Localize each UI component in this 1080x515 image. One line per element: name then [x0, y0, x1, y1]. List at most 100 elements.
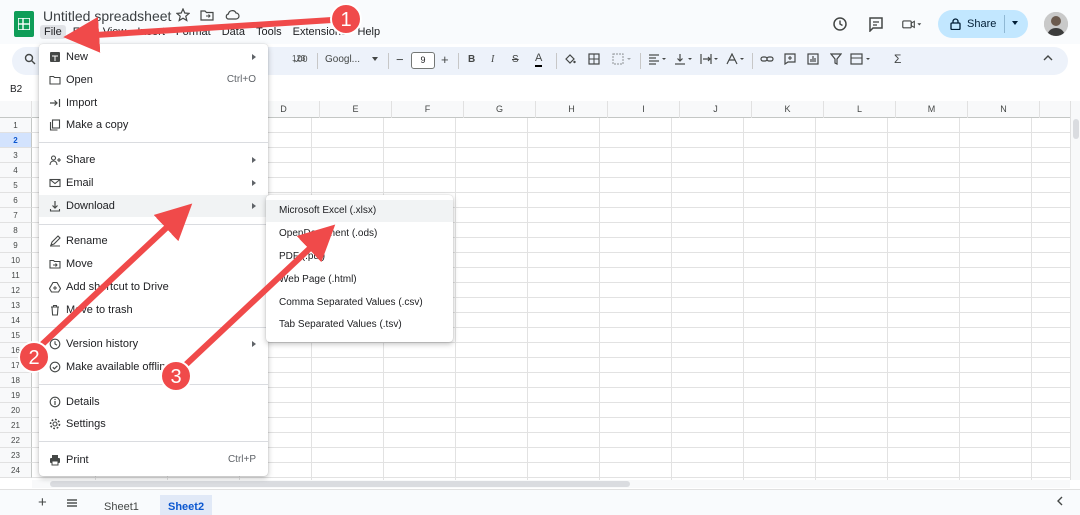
row-header[interactable]: 17	[0, 358, 32, 373]
download-html[interactable]: Web Page (.html)	[266, 269, 453, 291]
insert-chart-icon[interactable]	[807, 53, 819, 68]
insert-link-icon[interactable]	[760, 53, 774, 68]
menu-item-version-history[interactable]: Version history	[39, 333, 268, 355]
horizontal-scrollbar[interactable]	[32, 480, 1070, 488]
download-pdf[interactable]: PDF (.pdf)	[266, 246, 453, 268]
text-rotation-icon[interactable]	[726, 52, 746, 68]
download-ods[interactable]: OpenDocument (.ods)	[266, 223, 453, 245]
row-header[interactable]: 23	[0, 448, 32, 463]
vertical-align-icon[interactable]	[674, 53, 694, 68]
decrease-font-size-icon[interactable]: −	[396, 52, 404, 67]
menu-item-open[interactable]: Open Ctrl+O	[39, 69, 268, 91]
column-header[interactable]: H	[536, 101, 608, 118]
row-header[interactable]: 16	[0, 343, 32, 358]
menu-item-details[interactable]: Details	[39, 391, 268, 413]
menu-item-make-offline[interactable]: Make available offline	[39, 356, 268, 378]
row-header[interactable]: 3	[0, 148, 32, 163]
column-header[interactable]: K	[752, 101, 824, 118]
share-button[interactable]: Share	[938, 10, 1028, 38]
download-xlsx[interactable]: Microsoft Excel (.xlsx)	[266, 200, 453, 222]
italic-icon[interactable]: I	[491, 54, 494, 65]
row-header[interactable]: 13	[0, 298, 32, 313]
row-header[interactable]: 15	[0, 328, 32, 343]
fill-color-icon[interactable]	[564, 53, 576, 68]
collapse-side-panel-icon[interactable]	[1055, 495, 1065, 510]
row-header[interactable]: 10	[0, 253, 32, 268]
menu-format[interactable]: Format	[172, 25, 215, 39]
column-header[interactable]: L	[824, 101, 896, 118]
avatar[interactable]	[1044, 12, 1068, 36]
row-header[interactable]: 6	[0, 193, 32, 208]
move-folder-icon[interactable]	[200, 8, 216, 24]
menu-item-make-copy[interactable]: Make a copy	[39, 114, 268, 136]
menu-item-print[interactable]: Print Ctrl+P	[39, 449, 268, 471]
menu-insert[interactable]: Insert	[133, 25, 169, 39]
menu-extensions[interactable]: Extensions	[289, 25, 351, 39]
menu-item-move-to-trash[interactable]: Move to trash	[39, 299, 268, 321]
select-all-corner[interactable]	[0, 101, 32, 118]
row-header[interactable]: 8	[0, 223, 32, 238]
row-header[interactable]: 1	[0, 118, 32, 133]
row-header[interactable]: 2	[0, 133, 32, 148]
menu-item-import[interactable]: Import	[39, 92, 268, 114]
column-header[interactable]: M	[896, 101, 968, 118]
column-header[interactable]: I	[608, 101, 680, 118]
menu-view[interactable]: View	[99, 25, 131, 39]
scrollbar-thumb[interactable]	[50, 481, 630, 487]
collapse-toolbar-icon[interactable]	[1042, 52, 1054, 67]
add-sheet-icon[interactable]: +	[38, 494, 47, 511]
text-wrapping-icon[interactable]	[700, 53, 720, 68]
comments-icon[interactable]	[866, 14, 886, 34]
menu-item-share[interactable]: Share	[39, 149, 268, 171]
font-family-select[interactable]: Googl...	[325, 54, 360, 65]
name-box[interactable]: B2	[10, 84, 22, 95]
history-icon[interactable]	[830, 14, 850, 34]
functions-icon[interactable]: Σ	[894, 52, 901, 66]
sheet-tab[interactable]: Sheet1	[96, 495, 147, 515]
row-header[interactable]: 12	[0, 283, 32, 298]
insert-comment-icon[interactable]	[784, 53, 796, 68]
filter-views-icon[interactable]	[850, 53, 872, 68]
strikethrough-icon[interactable]: S	[512, 54, 519, 65]
menu-edit[interactable]: Edit	[69, 25, 96, 39]
font-family-dropdown-icon[interactable]	[372, 57, 378, 61]
menu-item-add-shortcut[interactable]: Add shortcut to Drive	[39, 276, 268, 298]
column-header[interactable]: E	[320, 101, 392, 118]
row-header[interactable]: 19	[0, 388, 32, 403]
font-size-input[interactable]: 9	[411, 52, 435, 69]
menu-item-email[interactable]: Email	[39, 172, 268, 194]
meet-video-icon[interactable]	[902, 14, 922, 34]
menu-item-new[interactable]: New	[39, 46, 268, 68]
column-header[interactable]: G	[464, 101, 536, 118]
row-header[interactable]: 22	[0, 433, 32, 448]
menu-item-rename[interactable]: Rename	[39, 230, 268, 252]
row-header[interactable]: 11	[0, 268, 32, 283]
scrollbar-thumb[interactable]	[1073, 119, 1079, 139]
share-dropdown-icon[interactable]	[1012, 21, 1018, 25]
text-color-icon[interactable]: A	[535, 52, 543, 67]
format-123-button[interactable]: 123	[292, 54, 305, 63]
row-header[interactable]: 5	[0, 178, 32, 193]
document-title[interactable]: Untitled spreadsheet	[43, 8, 171, 24]
column-header[interactable]: F	[392, 101, 464, 118]
borders-icon[interactable]	[588, 53, 600, 68]
star-icon[interactable]	[175, 7, 192, 24]
row-header[interactable]: 14	[0, 313, 32, 328]
menu-file[interactable]: File	[40, 25, 66, 39]
row-header[interactable]: 24	[0, 463, 32, 478]
row-header[interactable]: 18	[0, 373, 32, 388]
vertical-scrollbar[interactable]	[1070, 101, 1080, 480]
increase-font-size-icon[interactable]: +	[441, 52, 449, 67]
row-header[interactable]: 9	[0, 238, 32, 253]
filter-icon[interactable]	[829, 53, 843, 68]
row-header[interactable]: 21	[0, 418, 32, 433]
all-sheets-icon[interactable]	[66, 496, 78, 514]
menu-data[interactable]: Data	[218, 25, 249, 39]
download-csv[interactable]: Comma Separated Values (.csv)	[266, 292, 453, 314]
search-menus-icon[interactable]	[24, 53, 36, 68]
column-header[interactable]: J	[680, 101, 752, 118]
download-tsv[interactable]: Tab Separated Values (.tsv)	[266, 314, 453, 336]
horizontal-align-icon[interactable]	[648, 53, 668, 68]
column-header[interactable]: N	[968, 101, 1040, 118]
row-header[interactable]: 7	[0, 208, 32, 223]
